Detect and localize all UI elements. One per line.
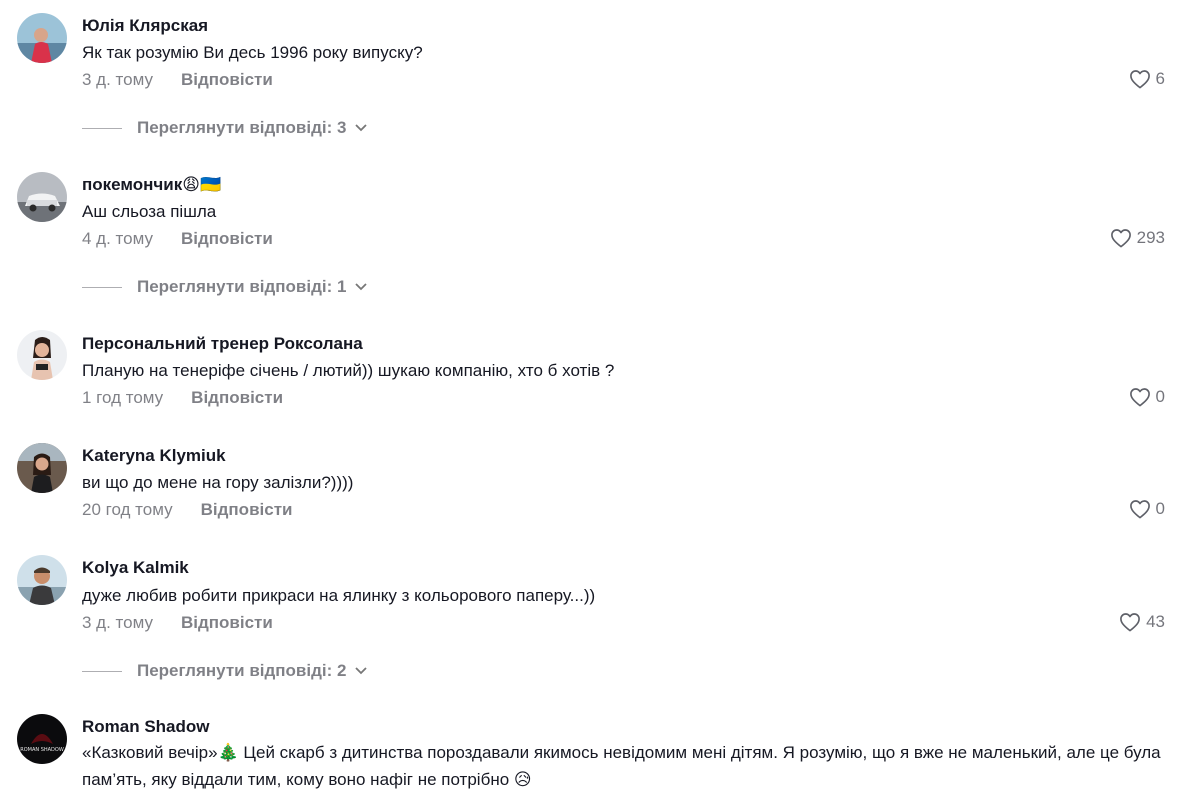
comment-author[interactable]: Персональний тренер Роксолана [82,334,363,354]
comment-time: 1 год тому [82,388,164,407]
comment-text: Як так розумію Ви десь 1996 року випуску… [82,43,423,62]
view-replies-button[interactable]: Переглянути відповіді: 3 [82,118,368,138]
avatar[interactable] [17,172,67,222]
comment-text: Планую на тенеріфе січень / лютий)) шука… [82,361,615,380]
avatar[interactable] [17,330,67,380]
comment-text: Аш сльоза пішла [82,202,217,221]
avatar-logo-text: ROMAN SHADOW [20,747,64,753]
heart-outline-icon [1129,500,1150,519]
heart-outline-icon [1129,388,1150,407]
divider [82,670,122,672]
view-replies-label: Переглянути відповіді: 1 [137,277,347,296]
avatar[interactable] [17,13,67,63]
comment-meta: 3 д. тому Відповісти [82,613,273,633]
like-count: 43 [1146,612,1165,631]
comment-time: 4 д. тому [82,229,153,248]
chevron-down-icon [355,667,368,675]
comment-meta: 4 д. тому Відповісти [82,229,273,249]
divider [82,286,122,288]
comment-time: 3 д. тому [82,613,153,632]
view-replies-label: Переглянути відповіді: 3 [137,118,347,137]
comment-meta: 3 д. тому Відповісти [82,70,273,90]
like-count: 6 [1155,69,1165,88]
comment-text: ви що до мене на гору залізли?)))) [82,473,354,492]
comment-author[interactable]: покемончик😩🇺🇦 [82,175,221,195]
comment-text: дуже любив робити прикраси на ялинку з к… [82,586,596,605]
chevron-down-icon [355,124,368,132]
like-button[interactable]: 0 [1129,387,1165,407]
comment-text: «Казковий вечір»🎄 Цей скарб з дитинства … [82,743,1161,789]
like-button[interactable]: 293 [1110,228,1165,248]
like-button[interactable]: 6 [1129,69,1165,89]
reply-button[interactable]: Відповісти [181,229,273,248]
like-button[interactable]: 0 [1129,499,1165,519]
reply-button[interactable]: Відповісти [181,70,273,89]
comment-meta: 1 год тому Відповісти [82,388,283,408]
divider [82,127,122,129]
like-count: 293 [1136,228,1165,247]
avatar[interactable] [17,555,67,605]
reply-button[interactable]: Відповісти [181,613,273,632]
like-count: 0 [1155,499,1165,518]
view-replies-label: Переглянути відповіді: 2 [137,661,347,680]
comment-author[interactable]: Kateryna Klymiuk [82,446,226,466]
view-replies-button[interactable]: Переглянути відповіді: 1 [82,277,368,297]
reply-button[interactable]: Відповісти [201,500,293,519]
comment-author[interactable]: Kolya Kalmik [82,558,189,578]
comment-time: 3 д. тому [82,70,153,89]
like-count: 0 [1155,387,1165,406]
comment-author[interactable]: Юлія Клярская [82,16,208,36]
comment-meta: 20 год тому Відповісти [82,500,292,520]
like-button[interactable]: 43 [1119,612,1165,632]
view-replies-button[interactable]: Переглянути відповіді: 2 [82,661,368,681]
heart-outline-icon [1110,229,1131,248]
avatar[interactable]: ROMAN SHADOW [17,714,67,764]
heart-outline-icon [1129,70,1150,89]
reply-button[interactable]: Відповісти [191,388,283,407]
comment-author[interactable]: Roman Shadow [82,717,210,737]
heart-outline-icon [1120,613,1140,632]
comment-time: 20 год тому [82,500,173,519]
chevron-down-icon [355,283,368,291]
avatar[interactable] [17,443,67,493]
